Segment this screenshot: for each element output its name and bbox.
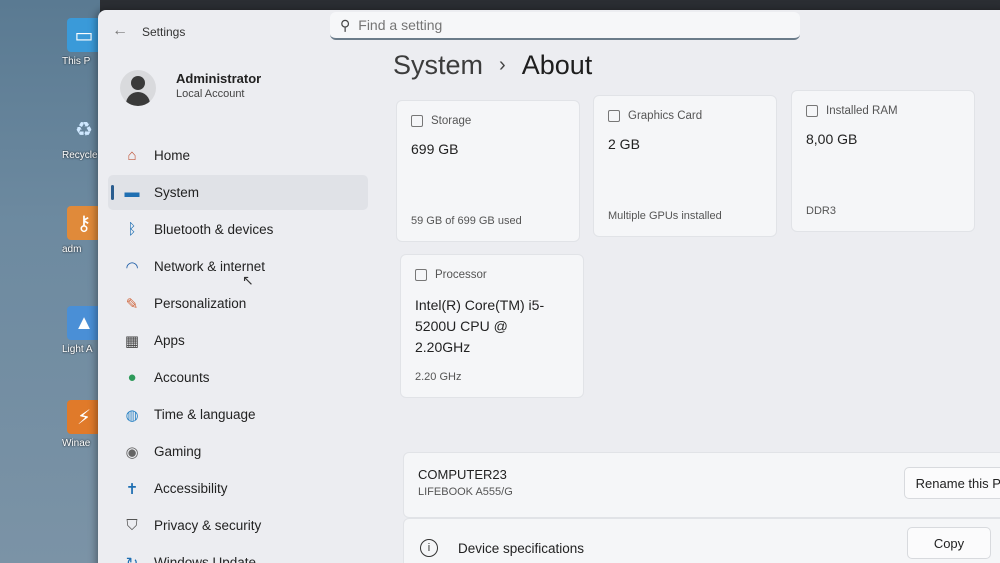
- breadcrumb-parent[interactable]: System: [393, 50, 483, 81]
- device-specifications-row[interactable]: i Device specifications Copy: [403, 518, 1000, 563]
- monitor-icon: ▬: [124, 184, 140, 201]
- card-header: Installed RAM: [806, 105, 898, 117]
- sidebar-item-label: Windows Update: [154, 555, 257, 563]
- wifi-icon: ◠: [125, 258, 139, 276]
- avatar[interactable]: [120, 70, 156, 106]
- processor-icon: [415, 269, 427, 281]
- person-icon: ●: [127, 369, 137, 386]
- sidebar-item-accessibility[interactable]: ✝ Accessibility: [108, 471, 368, 506]
- shield-icon: ⛉: [126, 517, 138, 534]
- sidebar-item-bluetooth[interactable]: ᛒ Bluetooth & devices: [108, 212, 368, 247]
- light-app-icon: ▲: [67, 306, 101, 340]
- card-header: Graphics Card: [608, 110, 702, 122]
- sidebar-item-gaming[interactable]: ◉ Gaming: [108, 434, 368, 469]
- desktop: ▭ This P ♻ Recycle ⚷ adm ▲ Light A ⚡ Win…: [0, 0, 101, 563]
- sidebar-item-accounts[interactable]: ● Accounts: [108, 360, 368, 395]
- app-title: Settings: [142, 25, 186, 39]
- sidebar-item-label: Accessibility: [154, 481, 228, 496]
- sidebar-item-time-language[interactable]: ◍ Time & language: [108, 397, 368, 432]
- sidebar-item-system[interactable]: ▬ System: [108, 175, 368, 210]
- storage-value: 699 GB: [411, 141, 459, 157]
- sidebar-item-label: Home: [154, 148, 191, 163]
- user-name: Administrator: [176, 71, 262, 86]
- search-input[interactable]: [358, 17, 759, 33]
- device-name: COMPUTER23: [418, 467, 507, 482]
- recycle-bin-icon: ♻: [75, 118, 93, 141]
- sidebar-item-label: Personalization: [154, 296, 247, 311]
- sidebar-nav: ⌂ Home ▬ System ᛒ Bluetooth & devices ◠ …: [108, 138, 368, 563]
- chevron-right-icon: ›: [499, 54, 506, 76]
- sidebar-item-label: System: [154, 185, 200, 200]
- storage-card[interactable]: Storage 699 GB 59 GB of 699 GB used: [396, 100, 580, 242]
- sidebar-item-label: Privacy & security: [154, 518, 262, 533]
- sidebar-item-apps[interactable]: ▦ Apps: [108, 323, 368, 358]
- ram-value: 8,00 GB: [806, 131, 858, 147]
- breadcrumb: System › About: [393, 50, 592, 81]
- sidebar-item-label: Bluetooth & devices: [154, 222, 274, 237]
- processor-detail: 2.20 GHz: [415, 371, 462, 383]
- graphics-card-icon: [608, 110, 620, 122]
- card-title: Processor: [435, 269, 487, 281]
- globe-clock-icon: ◍: [125, 406, 139, 424]
- sidebar-item-label: Apps: [154, 333, 185, 348]
- mouse-cursor-icon: ↖: [242, 272, 254, 288]
- ram-detail: DDR3: [806, 205, 836, 217]
- ram-icon: [806, 105, 818, 117]
- graphics-value: 2 GB: [608, 136, 640, 152]
- back-arrow-icon[interactable]: ←: [112, 22, 128, 40]
- apps-icon: ▦: [124, 332, 140, 350]
- gamepad-icon: ◉: [125, 443, 139, 461]
- graphics-card[interactable]: Graphics Card 2 GB Multiple GPUs install…: [593, 95, 777, 237]
- processor-card[interactable]: Processor Intel(R) Core(TM) i5-5200U CPU…: [400, 254, 584, 398]
- sidebar-item-network[interactable]: ◠ Network & internet: [108, 249, 368, 284]
- card-header: Storage: [411, 115, 471, 127]
- admin-tools-icon: ⚷: [67, 206, 101, 240]
- user-account-type: Local Account: [176, 88, 245, 100]
- copy-button[interactable]: Copy: [907, 527, 991, 559]
- rename-pc-button[interactable]: Rename this PC: [904, 467, 1000, 499]
- update-icon: ↻: [125, 554, 139, 563]
- bluetooth-icon: ᛒ: [127, 221, 137, 238]
- card-title: Graphics Card: [628, 110, 703, 122]
- storage-icon: [411, 115, 423, 127]
- processor-value: Intel(R) Core(TM) i5-5200U CPU @ 2.20GHz: [415, 297, 545, 355]
- monitor-icon: ▭: [67, 18, 101, 52]
- sidebar-item-privacy[interactable]: ⛉ Privacy & security: [108, 508, 368, 543]
- storage-detail: 59 GB of 699 GB used: [411, 215, 522, 227]
- selection-indicator: [111, 185, 114, 200]
- device-model: LIFEBOOK A555/G: [418, 486, 513, 498]
- sidebar-item-personalization[interactable]: ✎ Personalization: [108, 286, 368, 321]
- sidebar-item-label: Time & language: [154, 407, 256, 422]
- card-title: Installed RAM: [826, 105, 898, 117]
- sidebar-item-windows-update[interactable]: ↻ Windows Update: [108, 545, 368, 563]
- sidebar-item-label: Accounts: [154, 370, 210, 385]
- settings-window: ← Settings ⚲ Administrator Local Account…: [98, 10, 1000, 563]
- search-icon: ⚲: [340, 16, 351, 33]
- ram-card[interactable]: Installed RAM 8,00 GB DDR3: [791, 90, 975, 232]
- device-name-row: COMPUTER23 LIFEBOOK A555/G Rename this P…: [403, 452, 1000, 518]
- home-icon: ⌂: [127, 147, 137, 164]
- brush-icon: ✎: [125, 295, 139, 313]
- card-title: Storage: [431, 115, 472, 127]
- sidebar-item-home[interactable]: ⌂ Home: [108, 138, 368, 173]
- winaero-icon: ⚡: [67, 400, 101, 434]
- title-bar: ← Settings ⚲: [98, 10, 1000, 54]
- graphics-detail: Multiple GPUs installed: [608, 210, 722, 222]
- card-header: Processor: [415, 269, 487, 281]
- accessibility-icon: ✝: [125, 480, 139, 498]
- device-specifications-title: Device specifications: [458, 541, 585, 556]
- page-title: About: [521, 50, 593, 80]
- sidebar-item-label: Gaming: [154, 444, 202, 459]
- search-box[interactable]: ⚲: [330, 12, 800, 40]
- info-icon: i: [420, 539, 438, 557]
